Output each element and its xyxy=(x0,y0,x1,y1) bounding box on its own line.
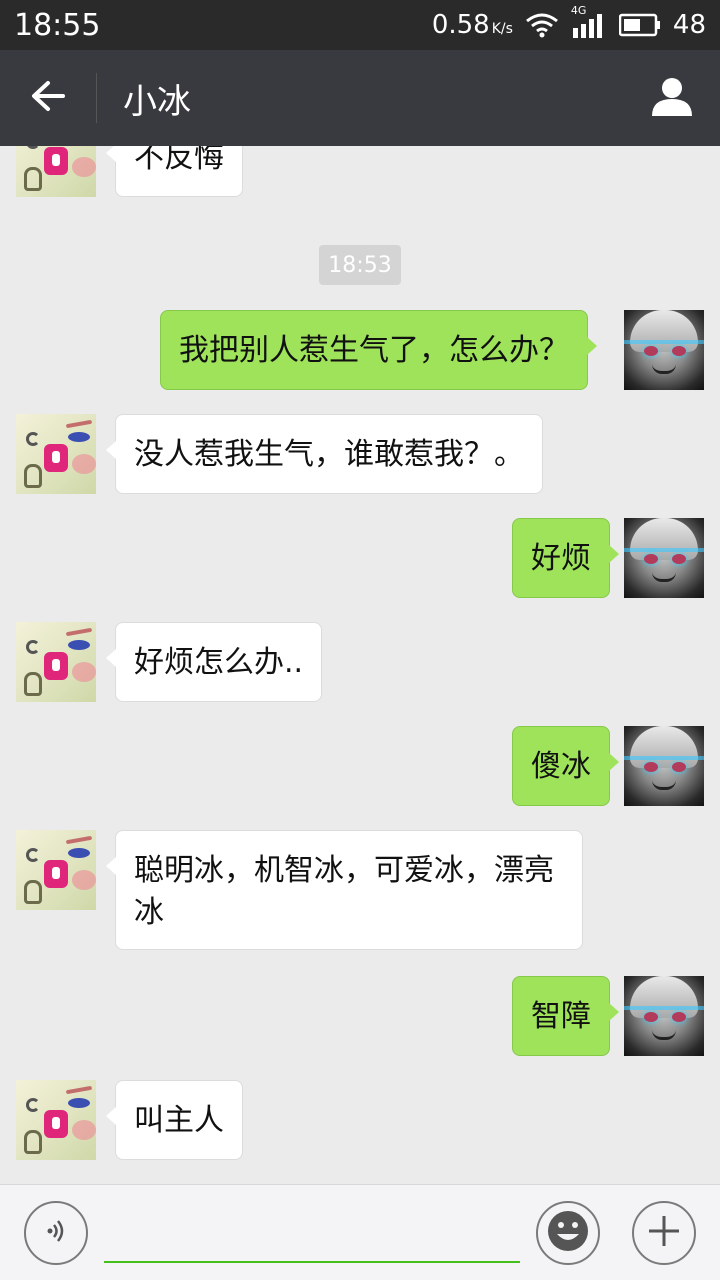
bot-avatar[interactable] xyxy=(16,622,96,702)
plus-icon xyxy=(646,1213,682,1253)
status-bar: 18:55 0.58 K/s 4G 48 xyxy=(0,0,720,50)
battery-icon xyxy=(618,13,661,37)
input-bar xyxy=(0,1184,720,1280)
arrow-left-icon xyxy=(30,80,66,116)
chat-title: 小冰 xyxy=(123,81,191,122)
back-button[interactable] xyxy=(0,50,96,146)
outgoing-message[interactable]: 傻冰 xyxy=(512,726,619,806)
message-input[interactable] xyxy=(104,1209,520,1263)
emoji-button[interactable] xyxy=(536,1201,600,1265)
chat-profile-button[interactable] xyxy=(624,50,720,146)
status-right: 0.58 K/s 4G 48 xyxy=(431,4,706,40)
user-avatar[interactable] xyxy=(624,518,704,598)
voice-icon xyxy=(41,1216,71,1250)
person-icon xyxy=(651,75,693,121)
incoming-message[interactable]: 不反悔 xyxy=(106,146,243,197)
voice-button[interactable] xyxy=(24,1201,88,1265)
title-divider xyxy=(96,73,97,123)
more-button[interactable] xyxy=(632,1201,696,1265)
battery-level: 48 xyxy=(672,10,706,40)
outgoing-message[interactable]: 好烦 xyxy=(512,518,619,598)
user-avatar[interactable] xyxy=(624,726,704,806)
bot-avatar[interactable] xyxy=(16,414,96,494)
status-time: 18:55 xyxy=(14,7,101,43)
user-avatar[interactable] xyxy=(624,310,704,390)
incoming-message[interactable]: 叫主人 xyxy=(106,1080,243,1160)
incoming-message[interactable]: 好烦怎么办.. xyxy=(105,622,323,702)
bot-avatar[interactable] xyxy=(16,830,96,910)
net-speed: 0.58 K/s xyxy=(431,10,513,40)
emoji-icon xyxy=(545,1208,591,1258)
incoming-message[interactable]: 没人惹我生气，谁敢惹我？。 xyxy=(106,414,543,494)
signal-icon: 4G xyxy=(571,4,607,38)
bot-avatar[interactable] xyxy=(16,146,96,197)
bot-avatar[interactable] xyxy=(16,1080,96,1160)
chat-timestamp: 18:53 xyxy=(319,245,401,285)
outgoing-message[interactable]: 我把别人惹生气了，怎么办？ xyxy=(160,310,597,390)
title-bar: 小冰 xyxy=(0,50,720,146)
wifi-icon xyxy=(525,12,559,38)
user-avatar[interactable] xyxy=(624,976,704,1056)
network-type: 4G xyxy=(570,4,587,17)
chat-area[interactable]: 不反悔 18:53 我把别人惹生气了，怎么办？ 没人惹我生气，谁敢惹我？。 好烦… xyxy=(0,146,720,1184)
incoming-message[interactable]: 聪明冰，机智冰，可爱冰，漂亮冰 xyxy=(106,830,583,950)
outgoing-message[interactable]: 智障 xyxy=(512,976,619,1056)
